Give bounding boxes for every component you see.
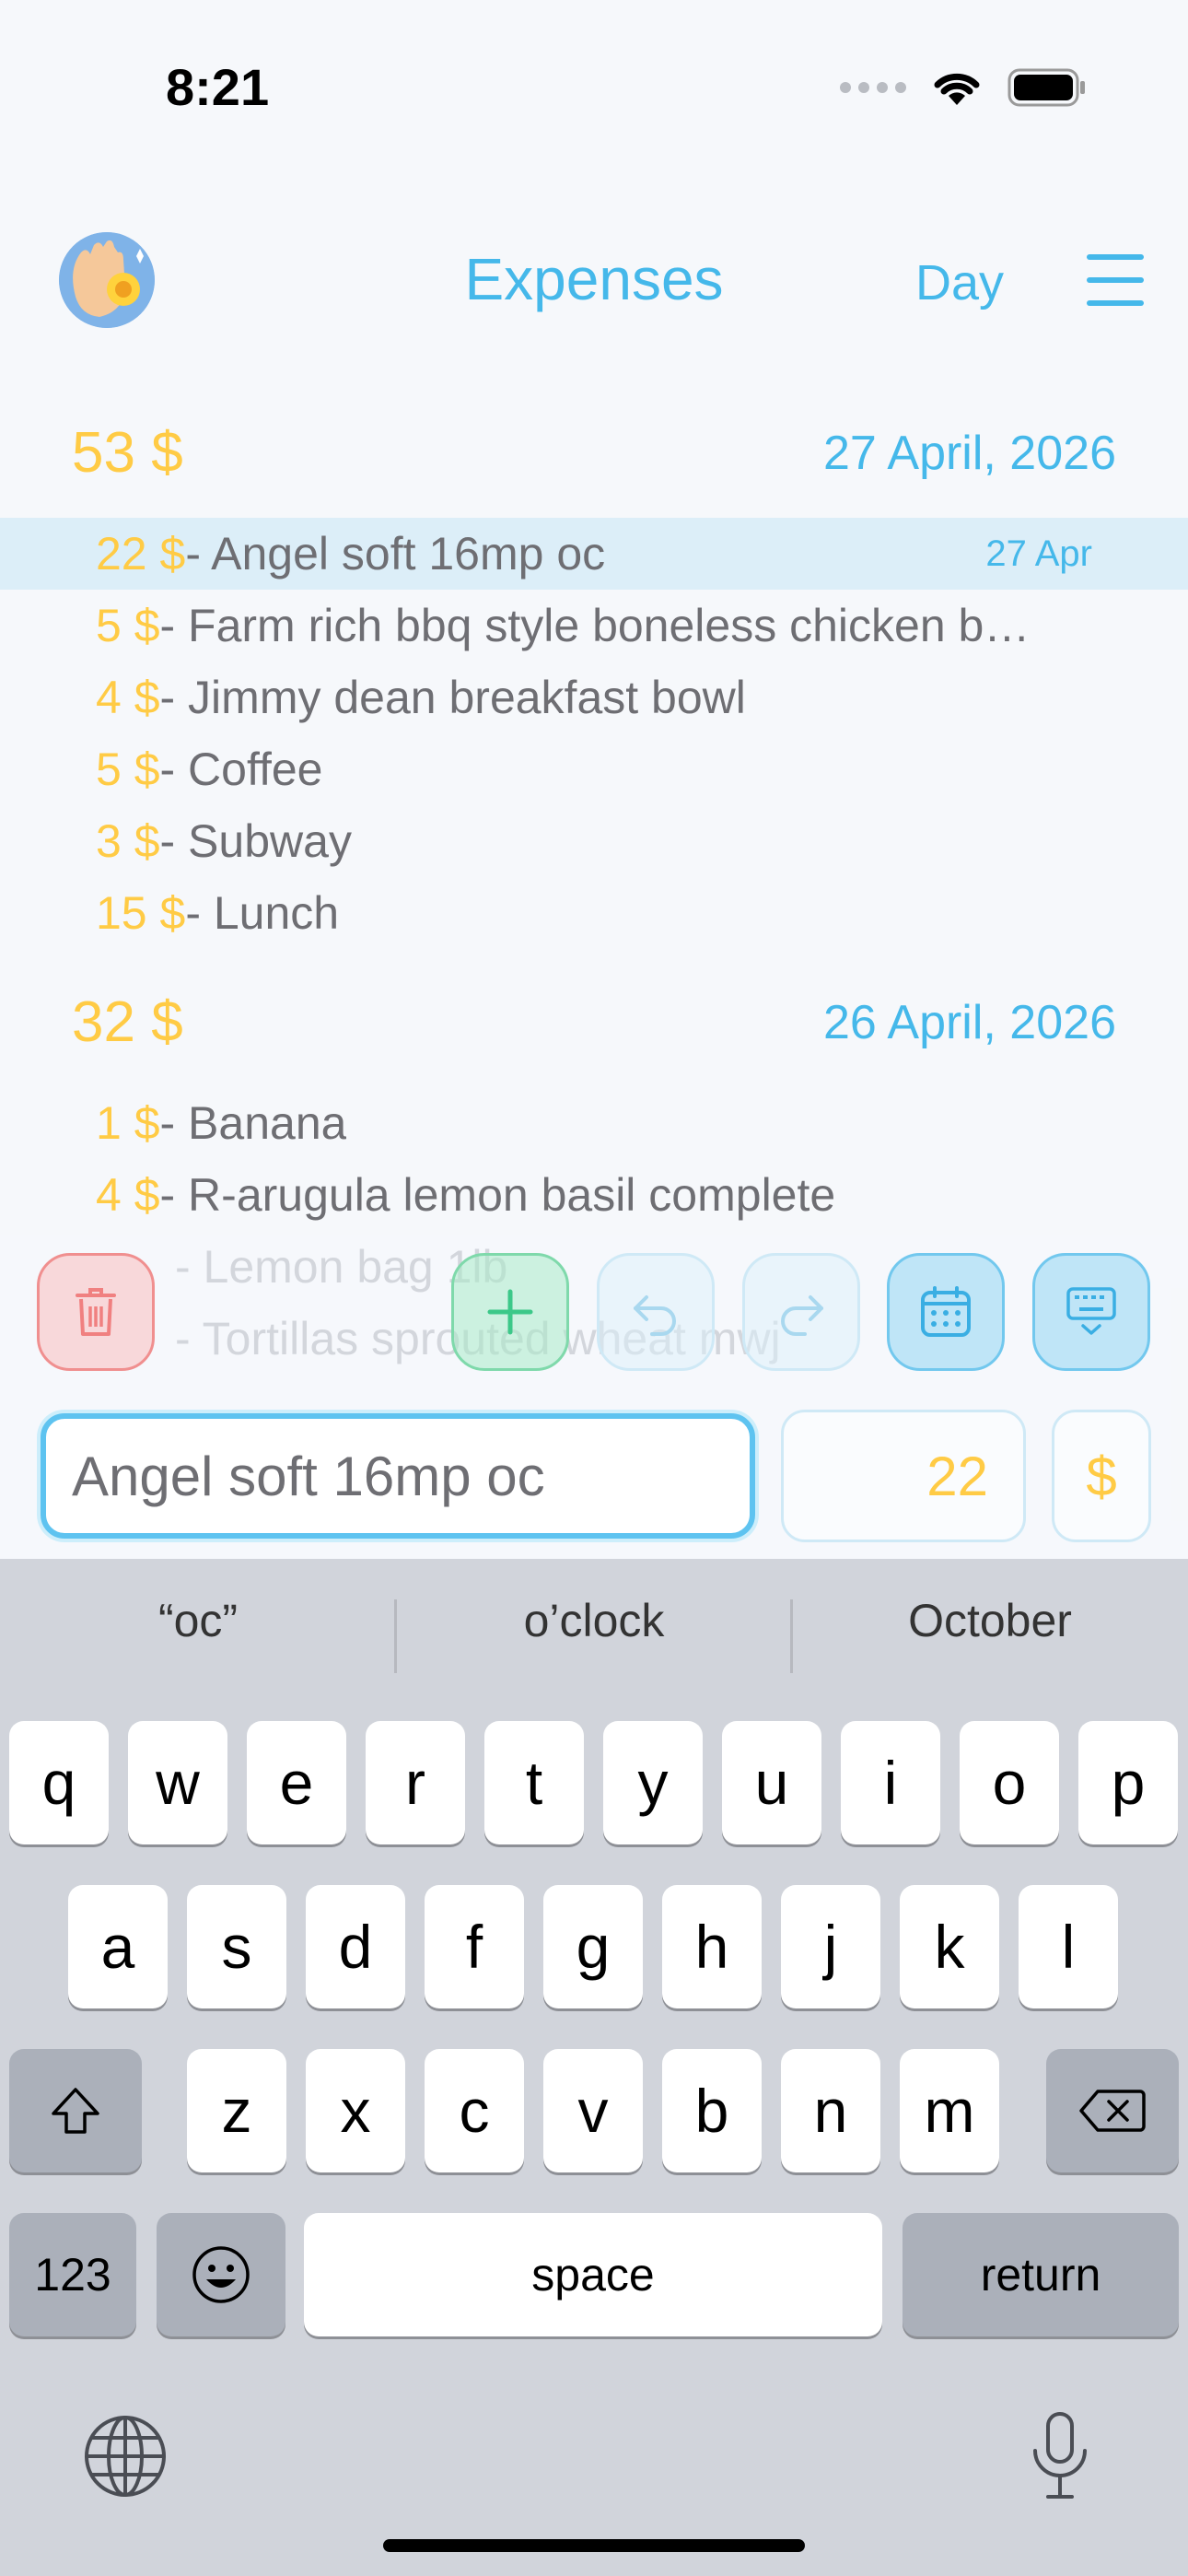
key-p[interactable]: p xyxy=(1078,1721,1178,1844)
key-n[interactable]: n xyxy=(781,2049,880,2172)
expense-row-faded: - Lemon bag 1lb xyxy=(0,1231,1188,1303)
key-i[interactable]: i xyxy=(841,1721,940,1844)
microphone-icon[interactable] xyxy=(1028,2410,1092,2507)
expense-amount-value: 22 xyxy=(926,1445,988,1507)
delete-key[interactable] xyxy=(1046,2049,1179,2172)
period-selector[interactable]: Day xyxy=(915,254,1004,311)
expense-row[interactable]: 4 $ - R-arugula lemon basil complete xyxy=(0,1159,1188,1231)
key-d[interactable]: d xyxy=(306,1885,405,2008)
key-g[interactable]: g xyxy=(543,1885,643,2008)
expense-name: - Banana xyxy=(159,1097,347,1149)
key-a[interactable]: a xyxy=(68,1885,168,2008)
key-t[interactable]: t xyxy=(484,1721,584,1844)
calendar-icon xyxy=(921,1286,971,1337)
key-c[interactable]: c xyxy=(425,2049,524,2172)
expense-row[interactable]: 3 $ - Subway xyxy=(0,805,1188,877)
expense-name: - Angel soft 16mp oc xyxy=(185,528,606,580)
group-total: 53 $ xyxy=(72,421,183,485)
expense-name: - R-arugula lemon basil complete xyxy=(159,1169,836,1221)
battery-icon xyxy=(1007,68,1085,107)
hide-keyboard-button[interactable] xyxy=(1032,1253,1150,1371)
undo-button[interactable] xyxy=(597,1253,715,1371)
expense-amount: 5 $ xyxy=(96,600,160,651)
return-key[interactable]: return xyxy=(903,2213,1179,2336)
key-j[interactable]: j xyxy=(781,1885,880,2008)
key-h[interactable]: h xyxy=(662,1885,762,2008)
home-indicator xyxy=(383,2539,805,2552)
undo-icon xyxy=(634,1295,676,1336)
cellular-signal-icon xyxy=(840,82,906,93)
expense-amount: 4 $ xyxy=(96,1169,160,1221)
expense-date: 27 Apr xyxy=(985,533,1092,574)
suggestion-2[interactable]: o’clock xyxy=(396,1594,792,1647)
expense-name: - Jimmy dean breakfast bowl xyxy=(159,672,746,723)
numbers-key[interactable]: 123 xyxy=(9,2213,136,2336)
key-e[interactable]: e xyxy=(247,1721,346,1844)
key-w[interactable]: w xyxy=(128,1721,227,1844)
calendar-button[interactable] xyxy=(887,1253,1005,1371)
expense-amount: 22 $ xyxy=(96,528,186,580)
status-time: 8:21 xyxy=(166,58,270,116)
expense-name-value: Angel soft 16mp oc xyxy=(72,1445,545,1507)
expense-amount: 4 $ xyxy=(96,672,160,723)
menu-icon[interactable] xyxy=(1087,254,1144,306)
globe-icon[interactable] xyxy=(83,2414,168,2503)
key-z[interactable]: z xyxy=(187,2049,286,2172)
shift-icon xyxy=(52,2088,99,2134)
add-button[interactable] xyxy=(451,1253,569,1371)
expense-row-faded: - Tortillas sprouted wheat mwj xyxy=(0,1303,1188,1375)
backspace-icon xyxy=(1079,2090,1146,2132)
expense-amount: 15 $ xyxy=(96,887,186,939)
expense-name-input[interactable]: Angel soft 16mp oc xyxy=(41,1413,755,1539)
key-r[interactable]: r xyxy=(366,1721,465,1844)
currency-button[interactable]: $ xyxy=(1052,1410,1151,1542)
redo-icon xyxy=(781,1295,823,1336)
emoji-icon xyxy=(192,2246,250,2303)
expense-amount-input[interactable]: 22 xyxy=(781,1410,1026,1542)
wifi-icon xyxy=(934,73,980,105)
key-k[interactable]: k xyxy=(900,1885,999,2008)
key-b[interactable]: b xyxy=(662,2049,762,2172)
redo-button[interactable] xyxy=(742,1253,860,1371)
key-o[interactable]: o xyxy=(960,1721,1059,1844)
plus-icon xyxy=(487,1289,533,1335)
key-x[interactable]: x xyxy=(306,2049,405,2172)
key-l[interactable]: l xyxy=(1019,1885,1118,2008)
expense-row[interactable]: 5 $ - Farm rich bbq style boneless chick… xyxy=(0,590,1188,662)
group-date: 27 April, 2026 xyxy=(822,427,1116,480)
key-y[interactable]: y xyxy=(603,1721,703,1844)
expense-amount: 1 $ xyxy=(96,1097,160,1149)
group-total: 32 $ xyxy=(72,990,183,1054)
suggestion-1[interactable]: “oc” xyxy=(0,1594,396,1647)
space-key[interactable]: space xyxy=(304,2213,882,2336)
expense-name: - Lunch xyxy=(185,887,340,939)
shift-key[interactable] xyxy=(9,2049,142,2172)
key-q[interactable]: q xyxy=(9,1721,109,1844)
key-u[interactable]: u xyxy=(722,1721,821,1844)
currency-symbol: $ xyxy=(1086,1445,1117,1507)
key-f[interactable]: f xyxy=(425,1885,524,2008)
expense-row[interactable]: 4 $ - Jimmy dean breakfast bowl xyxy=(0,662,1188,733)
emoji-key[interactable] xyxy=(157,2213,285,2336)
expense-row[interactable]: 1 $ - Banana xyxy=(0,1087,1188,1159)
expense-row-selected[interactable]: 22 $ - Angel soft 16mp oc 27 Apr xyxy=(0,518,1188,590)
delete-button[interactable] xyxy=(37,1253,155,1371)
expense-name: - Coffee xyxy=(159,744,323,795)
key-v[interactable]: v xyxy=(543,2049,643,2172)
expense-name: - Farm rich bbq style boneless chicken b… xyxy=(159,600,1031,651)
status-icons xyxy=(840,68,1087,107)
expense-name: - Subway xyxy=(159,815,352,867)
page-title: Expenses xyxy=(464,246,724,312)
keyboard-dismiss-icon xyxy=(1066,1287,1116,1335)
key-m[interactable]: m xyxy=(900,2049,999,2172)
trash-icon xyxy=(76,1288,116,1336)
group-date: 26 April, 2026 xyxy=(822,996,1116,1049)
expense-row[interactable]: 15 $ - Lunch xyxy=(0,877,1188,949)
suggestion-3[interactable]: October xyxy=(792,1594,1188,1647)
key-s[interactable]: s xyxy=(187,1885,286,2008)
expense-amount: 5 $ xyxy=(96,744,160,795)
expense-row[interactable]: 5 $ - Coffee xyxy=(0,733,1188,805)
expense-amount: 3 $ xyxy=(96,815,160,867)
